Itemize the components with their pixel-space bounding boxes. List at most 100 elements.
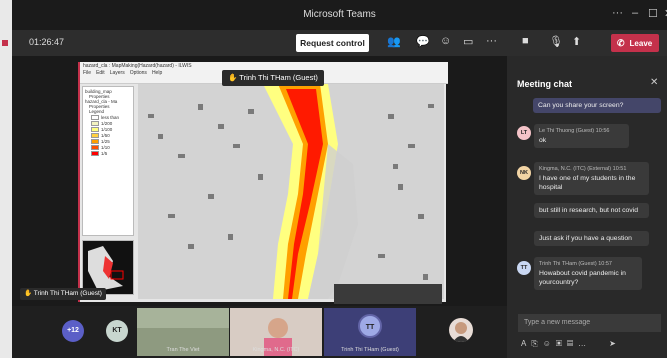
- attach-icon[interactable]: ⎘: [531, 339, 542, 348]
- message-author: Trinh Thi THam (Guest): [539, 261, 597, 267]
- legend-list: less than 1/200 1/100 1/50 1/25 1/10 1/5: [85, 115, 131, 156]
- legend-swatch: [91, 127, 99, 132]
- legend-swatch: [91, 145, 99, 150]
- message-text: ok: [539, 137, 547, 144]
- chat-message: Le Thi Thuong (Guest) 10:56 ok: [534, 124, 629, 148]
- legend-swatch: [91, 151, 99, 156]
- send-icon[interactable]: ➤: [609, 339, 621, 348]
- chat-message: Can you share your screen?: [533, 98, 661, 113]
- participant-tile-active[interactable]: TT Trinh Thi THam (Guest): [324, 308, 416, 356]
- participant-name: Trinh Thi THam (Guest): [341, 347, 399, 353]
- ilwis-title: hazard_cla : MapMaking(Hazard(hazard) - …: [83, 63, 192, 69]
- menu-options[interactable]: Options: [130, 70, 147, 76]
- request-control-button[interactable]: Request control: [296, 34, 369, 52]
- legend-swatch: [91, 121, 99, 126]
- legend-label: 1/5: [101, 151, 108, 156]
- more-icon[interactable]: ···: [612, 7, 623, 19]
- participant-name: Tran The Viet: [166, 347, 200, 353]
- message-text: Howabout covid pandemic in yourcountry?: [539, 270, 626, 286]
- background-window-edge: [0, 0, 12, 358]
- phone-icon: ✆: [617, 38, 625, 48]
- shared-screen: hazard_cla : MapMaking(Hazard(hazard) - …: [78, 62, 448, 302]
- menu-edit[interactable]: Edit: [96, 70, 105, 76]
- message-text: I have one of my students in the hospita…: [539, 175, 636, 191]
- chat-title: Meeting chat: [517, 79, 573, 89]
- participant-avatar[interactable]: KT: [106, 320, 128, 342]
- window-title: Microsoft Teams: [303, 9, 376, 20]
- legend-label: 1/200: [101, 121, 113, 126]
- legend-swatch: [91, 133, 99, 138]
- hazard-map-graphic: [138, 84, 444, 299]
- legend-entry: 1/5: [91, 151, 131, 156]
- more-participants-button[interactable]: +12: [62, 320, 84, 342]
- raised-hand-tooltip: ✋ Trinh Thi THam (Guest): [222, 70, 324, 86]
- avatar: LT: [517, 126, 531, 140]
- participant-avatar: TT: [358, 314, 382, 338]
- legend-entry: 1/25: [91, 139, 131, 144]
- video-overlay-placeholder: [334, 284, 442, 304]
- presenter-name: Trinh Thi THam (Guest): [33, 290, 102, 297]
- rooms-icon[interactable]: ▭: [463, 35, 473, 48]
- minimize-icon[interactable]: –: [632, 7, 638, 19]
- message-input[interactable]: Type a new message: [518, 314, 661, 332]
- message-meta: Kingma, N.C. (ITC) (External) 10:51: [539, 165, 644, 174]
- format-icon[interactable]: A: [521, 339, 531, 348]
- reactions-icon[interactable]: ☺: [440, 35, 451, 47]
- participant-video[interactable]: Tran The Viet: [137, 308, 229, 356]
- raised-hand-icon: ✋: [228, 73, 240, 82]
- presenter-badge: ✋ Trinh Thi THam (Guest): [20, 288, 106, 300]
- raised-hand-name: Trinh Thi THam (Guest): [239, 73, 318, 82]
- message-time: 10:57: [598, 261, 612, 267]
- meeting-toolbar: 01:26:47 Request control 👥 💬 ☺ ▭ ··· ■ 🎙…: [12, 30, 667, 56]
- meeting-timer: 01:26:47: [29, 37, 65, 47]
- legend-label: 1/10: [101, 145, 110, 150]
- gif-icon[interactable]: ▣: [556, 339, 567, 348]
- hand-icon: ✋: [24, 290, 34, 297]
- share-tray-icon[interactable]: ⬆: [572, 35, 581, 48]
- more-compose-icon[interactable]: …: [578, 339, 591, 348]
- chat-message: but still in research, but not covid: [534, 203, 649, 218]
- menu-layers[interactable]: Layers: [110, 70, 125, 76]
- message-author: Kingma, N.C. (ITC) (External): [539, 166, 612, 172]
- title-bar: Microsoft Teams ··· – ☐ ✕: [12, 0, 667, 30]
- legend-entry: 1/200: [91, 121, 131, 126]
- emoji-icon[interactable]: ☺: [543, 339, 556, 348]
- avatar: NK: [517, 166, 531, 180]
- compose-toolbar: A⎘☺▣▤… ➤: [521, 339, 621, 349]
- ilwis-window: hazard_cla : MapMaking(Hazard(hazard) - …: [78, 62, 448, 302]
- mic-off-icon[interactable]: 🎙: [549, 35, 563, 48]
- participant-photo[interactable]: [449, 318, 473, 342]
- participant-strip: +12 KT Tran The Viet Kingma, N.C. (ITC) …: [12, 306, 507, 358]
- maximize-icon[interactable]: ☐: [648, 7, 658, 20]
- teams-window: Microsoft Teams ··· – ☐ ✕ 01:26:47 Reque…: [0, 0, 667, 358]
- legend-swatch: [91, 115, 99, 120]
- legend-label: 1/50: [101, 133, 110, 138]
- message-meta: Trinh Thi THam (Guest) 10:57: [539, 260, 637, 269]
- participant-name: Kingma, N.C. (ITC): [252, 347, 300, 353]
- participants-icon[interactable]: 👥: [387, 35, 401, 48]
- background-window-marker: [2, 40, 8, 46]
- chat-icon[interactable]: 💬: [416, 35, 430, 48]
- meeting-chat-panel: Meeting chat ✕ Can you share your screen…: [507, 56, 667, 358]
- message-author: Le Thi Thuong (Guest): [539, 128, 595, 134]
- overview-map[interactable]: [82, 240, 134, 295]
- toc-legend[interactable]: Legend: [85, 109, 131, 114]
- camera-off-icon[interactable]: ■: [522, 35, 529, 47]
- legend-entry: 1/10: [91, 145, 131, 150]
- close-chat-icon[interactable]: ✕: [650, 77, 658, 88]
- legend-label: 1/100: [101, 127, 113, 132]
- participant-video[interactable]: Kingma, N.C. (ITC): [230, 308, 322, 356]
- photo-avatar: [453, 322, 469, 342]
- avatar: TT: [517, 261, 531, 275]
- layer-tree: building_map Properties hazard_cla - Ma …: [82, 86, 134, 236]
- message-time: 10:51: [612, 166, 627, 172]
- more-actions-icon[interactable]: ···: [486, 35, 497, 47]
- leave-button[interactable]: ✆ Leave: [611, 34, 659, 52]
- menu-file[interactable]: File: [83, 70, 91, 76]
- leave-label: Leave: [629, 39, 653, 48]
- legend-entry: 1/50: [91, 133, 131, 138]
- chat-message: Kingma, N.C. (ITC) (External) 10:51 I ha…: [534, 162, 649, 195]
- menu-help[interactable]: Help: [152, 70, 162, 76]
- hazard-map[interactable]: [138, 84, 444, 299]
- sticker-icon[interactable]: ▤: [567, 339, 578, 348]
